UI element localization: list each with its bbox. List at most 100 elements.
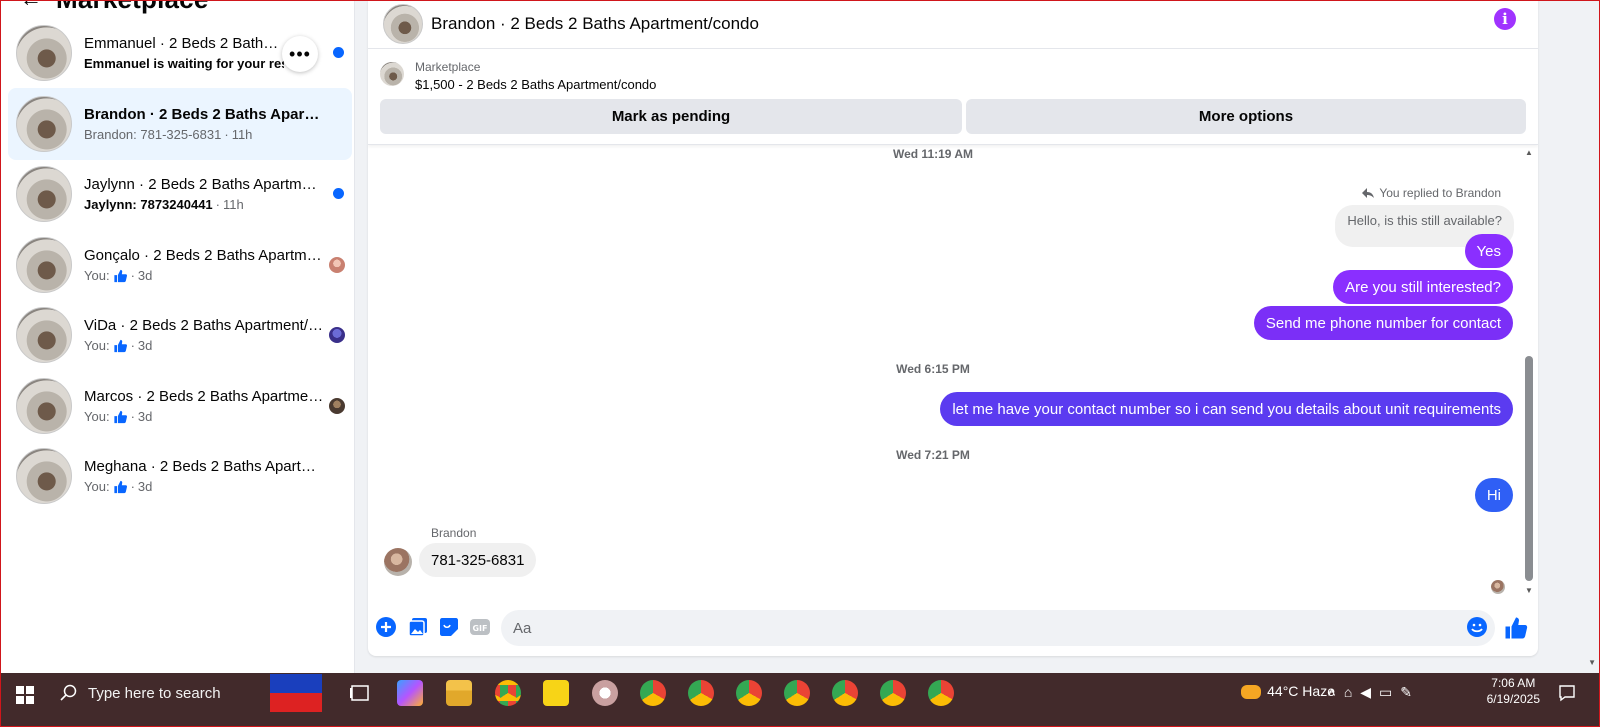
listing-avatar bbox=[16, 448, 72, 504]
photo-icon[interactable] bbox=[407, 616, 429, 638]
weather-widget[interactable]: 44°C Haze bbox=[1241, 683, 1335, 700]
sidebar-header: ← Marketplace bbox=[20, 0, 209, 14]
conversation-name: Meghana · 2 Beds 2 Baths Apartment/condo bbox=[84, 458, 324, 475]
taskbar-search-placeholder: Type here to search bbox=[88, 684, 221, 702]
listing-avatar bbox=[16, 237, 72, 293]
windows-taskbar: Type here to search 44°C Haze ˄⌂◀▭✎ 7:06… bbox=[0, 673, 1600, 727]
conversation-item-meghana[interactable]: Meghana · 2 Beds 2 Baths Apartment/condo… bbox=[8, 440, 352, 512]
chrome-profile-icon[interactable] bbox=[832, 680, 858, 706]
scrollbar-thumb[interactable] bbox=[1525, 356, 1533, 581]
listing-price[interactable]: $1,500 - 2 Beds 2 Baths Apartment/condo bbox=[415, 77, 656, 92]
seen-avatar bbox=[329, 257, 345, 273]
chrome-profile-icon[interactable] bbox=[640, 680, 666, 706]
conversation-item-brandon[interactable]: Brandon · 2 Beds 2 Baths Apartment/condo… bbox=[8, 88, 352, 160]
sticker-icon[interactable] bbox=[438, 616, 460, 638]
conversation-sidebar: ← Marketplace Emmanuel · 2 Beds 2 Baths … bbox=[0, 0, 355, 687]
conversation-preview: Jaylynn: 7873240441 bbox=[84, 197, 213, 212]
incoming-sender-name: Brandon bbox=[431, 526, 477, 540]
more-options-icon[interactable]: ••• bbox=[282, 36, 318, 72]
chat-avatar[interactable] bbox=[383, 4, 423, 44]
conversation-name: Gonçalo · 2 Beds 2 Baths Apartment/condo bbox=[84, 247, 324, 264]
chrome-icon[interactable] bbox=[495, 680, 521, 706]
unread-dot-icon bbox=[333, 47, 344, 58]
more-options-button[interactable]: More options bbox=[966, 99, 1526, 134]
conversation-name: ViDa · 2 Beds 2 Baths Apartment/condo bbox=[84, 317, 324, 334]
conversation-name: Marcos · 2 Beds 2 Baths Apartment/condo bbox=[84, 388, 324, 405]
news-flag-icon[interactable] bbox=[270, 674, 322, 712]
conversation-name: Brandon · 2 Beds 2 Baths Apartment/condo bbox=[84, 106, 324, 123]
system-tray-icons[interactable]: ˄⌂◀▭✎ bbox=[1328, 684, 1420, 701]
conversation-item-marcos[interactable]: Marcos · 2 Beds 2 Baths Apartment/condo … bbox=[8, 370, 352, 442]
info-icon[interactable]: i bbox=[1494, 8, 1516, 30]
listing-banner: Marketplace $1,500 - 2 Beds 2 Baths Apar… bbox=[368, 50, 1538, 145]
plus-icon[interactable] bbox=[375, 616, 397, 638]
conversation-time: 11h bbox=[231, 127, 253, 142]
seen-avatar bbox=[329, 398, 345, 414]
outgoing-message[interactable]: Hi bbox=[1474, 478, 1513, 512]
thumbs-up-icon bbox=[113, 339, 127, 352]
outgoing-message[interactable]: Are you still interested? bbox=[1333, 270, 1513, 304]
conversation-name: Jaylynn · 2 Beds 2 Baths Apartment/condo bbox=[84, 176, 324, 193]
taskbar-clock[interactable]: 7:06 AM 6/19/2025 bbox=[1487, 675, 1540, 707]
scroll-up-arrow-icon[interactable]: ▲ bbox=[1524, 148, 1534, 158]
listing-source: Marketplace bbox=[415, 60, 481, 74]
notifications-icon[interactable] bbox=[1558, 684, 1576, 702]
conversation-item-jaylynn[interactable]: Jaylynn · 2 Beds 2 Baths Apartment/condo… bbox=[8, 158, 352, 230]
mark-as-pending-button[interactable]: Mark as pending bbox=[380, 99, 962, 134]
back-arrow-icon[interactable]: ← bbox=[20, 0, 42, 12]
outgoing-message[interactable]: let me have your contact number so i can… bbox=[940, 392, 1513, 426]
message-input[interactable]: Aa bbox=[501, 610, 1495, 646]
app-icon[interactable] bbox=[592, 680, 618, 706]
chat-panel: Brandon · 2 Beds 2 Baths Apartment/condo… bbox=[368, 0, 1538, 656]
conversation-preview: Emmanuel is waiting for your response bbox=[84, 56, 284, 71]
emoji-icon[interactable] bbox=[1466, 616, 1488, 638]
seen-avatar bbox=[1491, 580, 1505, 594]
page-scroll-down-icon[interactable]: ▼ bbox=[1588, 658, 1596, 667]
scroll-down-arrow-icon[interactable]: ▼ bbox=[1524, 586, 1534, 596]
svg-text:GIF: GIF bbox=[472, 624, 487, 633]
listing-avatar bbox=[16, 378, 72, 434]
sender-avatar[interactable] bbox=[384, 548, 412, 576]
incoming-message[interactable]: 781-325-6831 bbox=[419, 543, 537, 577]
thumbs-up-icon bbox=[113, 269, 127, 282]
chat-scrollbar[interactable]: ▲ ▼ bbox=[1524, 146, 1534, 598]
windows-start-icon[interactable] bbox=[16, 686, 34, 704]
unread-dot-icon bbox=[333, 188, 344, 199]
conversation-item-goncalo[interactable]: Gonçalo · 2 Beds 2 Baths Apartment/condo… bbox=[8, 229, 352, 301]
chrome-profile-icon[interactable] bbox=[880, 680, 906, 706]
file-explorer-icon[interactable] bbox=[446, 680, 472, 706]
conversation-time: 3d bbox=[137, 268, 153, 283]
chrome-profile-icon[interactable] bbox=[928, 680, 954, 706]
task-view-icon[interactable] bbox=[347, 680, 373, 706]
copilot-icon[interactable] bbox=[397, 680, 423, 706]
conversation-preview: You: bbox=[84, 409, 110, 424]
conversation-name: Emmanuel · 2 Beds 2 Baths Apartment/cond… bbox=[84, 35, 284, 52]
listing-avatar bbox=[16, 25, 72, 81]
seen-avatar bbox=[329, 327, 345, 343]
outgoing-message[interactable]: Send me phone number for contact bbox=[1253, 306, 1513, 340]
chat-title[interactable]: Brandon · 2 Beds 2 Baths Apartment/condo bbox=[431, 14, 759, 34]
listing-avatar bbox=[16, 166, 72, 222]
like-thumbs-up-icon[interactable] bbox=[1504, 616, 1528, 640]
gif-icon[interactable]: GIF bbox=[469, 616, 491, 638]
chrome-profile-icon[interactable] bbox=[688, 680, 714, 706]
conversation-preview: You: bbox=[84, 268, 110, 283]
sticky-notes-icon[interactable] bbox=[543, 680, 569, 706]
conversation-time: 3d bbox=[137, 409, 153, 424]
clock-date: 6/19/2025 bbox=[1486, 692, 1540, 706]
listing-thumbnail[interactable] bbox=[380, 62, 404, 86]
conversation-time: 3d bbox=[137, 338, 153, 353]
chrome-profile-icon[interactable] bbox=[736, 680, 762, 706]
timestamp: Wed 11:19 AM bbox=[892, 147, 974, 161]
conversation-preview: You: bbox=[84, 338, 110, 353]
conversation-item-vida[interactable]: ViDa · 2 Beds 2 Baths Apartment/condo Yo… bbox=[8, 299, 352, 371]
conversation-preview: Brandon: 781-325-6831 bbox=[84, 127, 222, 142]
weather-icon bbox=[1241, 685, 1262, 700]
chrome-profile-icon[interactable] bbox=[784, 680, 810, 706]
listing-avatar bbox=[16, 96, 72, 152]
chat-header: Brandon · 2 Beds 2 Baths Apartment/condo… bbox=[368, 0, 1538, 49]
outgoing-message[interactable]: Yes bbox=[1464, 234, 1513, 268]
message-composer: GIF Aa bbox=[368, 608, 1538, 652]
taskbar-search[interactable]: Type here to search bbox=[48, 673, 270, 713]
listing-avatar bbox=[16, 307, 72, 363]
